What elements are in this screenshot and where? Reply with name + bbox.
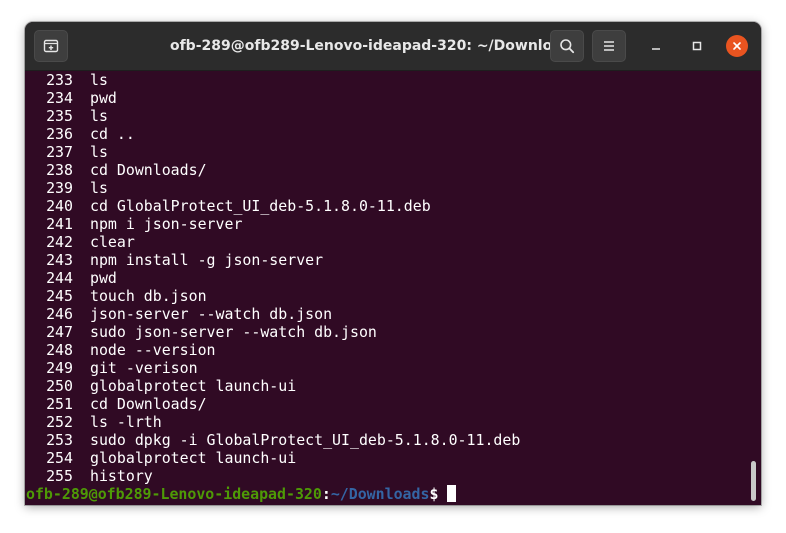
history-line: 238 cd Downloads/	[25, 161, 745, 179]
history-line: 253 sudo dpkg -i GlobalProtect_UI_deb-5.1…	[25, 431, 745, 449]
history-number: 255	[46, 467, 73, 485]
history-line: 244 pwd	[25, 269, 745, 287]
history-number: 249	[46, 359, 73, 377]
history-command: npm i json-server	[90, 215, 243, 233]
history-number: 250	[46, 377, 73, 395]
history-line: 246 json-server --watch db.json	[25, 305, 745, 323]
close-button[interactable]	[726, 35, 748, 57]
history-line: 233 ls	[25, 71, 745, 89]
history-line: 248 node --version	[25, 341, 745, 359]
history-number: 253	[46, 431, 73, 449]
minimize-button[interactable]	[645, 35, 667, 57]
history-list: 233 ls 234 pwd 235 ls 236 cd .. 237 ls 238 cd Downl…	[25, 71, 745, 485]
close-icon	[733, 42, 741, 50]
history-command: ls	[90, 179, 108, 197]
text-cursor	[447, 485, 457, 502]
history-command: pwd	[90, 269, 117, 287]
history-command: cd GlobalProtect_UI_deb-5.1.8.0-11.deb	[90, 197, 431, 215]
history-command: sudo json-server --watch db.json	[90, 323, 377, 341]
terminal-output[interactable]: 233 ls 234 pwd 235 ls 236 cd .. 237 ls 238 cd Downl…	[25, 71, 761, 505]
history-number: 251	[46, 395, 73, 413]
history-line: 235 ls	[25, 107, 745, 125]
history-command: node --version	[90, 341, 216, 359]
history-number: 233	[46, 71, 73, 89]
history-number: 238	[46, 161, 73, 179]
menu-button[interactable]	[592, 30, 626, 62]
prompt-path: ~/Downloads	[330, 485, 430, 503]
history-command: cd Downloads/	[90, 161, 207, 179]
maximize-button[interactable]	[686, 35, 708, 57]
history-number: 243	[46, 251, 73, 269]
history-number: 254	[46, 449, 73, 467]
new-tab-icon	[43, 39, 59, 53]
history-line: 249 git -verison	[25, 359, 745, 377]
history-number: 248	[46, 341, 73, 359]
history-number: 242	[46, 233, 73, 251]
history-number: 252	[46, 413, 73, 431]
history-command: git -verison	[90, 359, 198, 377]
history-line: 236 cd ..	[25, 125, 745, 143]
history-line: 237 ls	[25, 143, 745, 161]
history-command: clear	[90, 233, 135, 251]
history-number: 247	[46, 323, 73, 341]
history-command: npm install -g json-server	[90, 251, 324, 269]
history-command: pwd	[90, 89, 117, 107]
history-number: 246	[46, 305, 73, 323]
history-command: history	[90, 467, 153, 485]
prompt-separator: :	[321, 485, 331, 503]
minimize-icon	[652, 48, 660, 50]
history-command: cd ..	[90, 125, 135, 143]
history-number: 237	[46, 143, 73, 161]
history-number: 245	[46, 287, 73, 305]
history-line: 251 cd Downloads/	[25, 395, 745, 413]
scrollbar-thumb[interactable]	[751, 461, 756, 501]
history-line: 240 cd GlobalProtect_UI_deb-5.1.8.0-11.de…	[25, 197, 745, 215]
history-line: 255 history	[25, 467, 745, 485]
history-command: ls	[90, 71, 108, 89]
history-command: cd Downloads/	[90, 395, 207, 413]
history-command: ls -lrth	[90, 413, 162, 431]
history-command: ls	[90, 143, 108, 161]
hamburger-menu-icon	[604, 41, 614, 51]
history-line: 234 pwd	[25, 89, 745, 107]
history-line: 241 npm i json-server	[25, 215, 745, 233]
maximize-icon	[692, 41, 702, 51]
history-number: 240	[46, 197, 73, 215]
history-line: 254 globalprotect launch-ui	[25, 449, 745, 467]
prompt-user-host: ofb-289@ofb289-Lenovo-ideapad-320	[26, 485, 322, 503]
history-number: 241	[46, 215, 73, 233]
history-line: 242 clear	[25, 233, 745, 251]
history-line: 243 npm install -g json-server	[25, 251, 745, 269]
history-line: 250 globalprotect launch-ui	[25, 377, 745, 395]
history-command: globalprotect launch-ui	[90, 377, 297, 395]
history-command: touch db.json	[90, 287, 207, 305]
history-line: 239 ls	[25, 179, 745, 197]
search-button[interactable]	[550, 30, 584, 62]
history-number: 244	[46, 269, 73, 287]
history-command: globalprotect launch-ui	[90, 449, 297, 467]
terminal-window: ofb-289@ofb289-Lenovo-ideapad-320: ~/Dow…	[25, 22, 761, 505]
history-line: 245 touch db.json	[25, 287, 745, 305]
history-number: 239	[46, 179, 73, 197]
history-number: 236	[46, 125, 73, 143]
history-line: 247 sudo json-server --watch db.json	[25, 323, 745, 341]
search-icon	[560, 39, 575, 54]
history-command: sudo dpkg -i GlobalProtect_UI_deb-5.1.8.…	[90, 431, 521, 449]
prompt-symbol: $	[429, 485, 439, 503]
history-command: ls	[90, 107, 108, 125]
shell-prompt[interactable]: ofb-289@ofb289-Lenovo-ideapad-320:~/Down…	[26, 485, 457, 503]
title-bar: ofb-289@ofb289-Lenovo-ideapad-320: ~/Dow…	[25, 22, 761, 71]
history-number: 234	[46, 89, 73, 107]
history-line: 252 ls -lrth	[25, 413, 745, 431]
history-command: json-server --watch db.json	[90, 305, 333, 323]
new-tab-button[interactable]	[34, 30, 68, 62]
history-number: 235	[46, 107, 73, 125]
